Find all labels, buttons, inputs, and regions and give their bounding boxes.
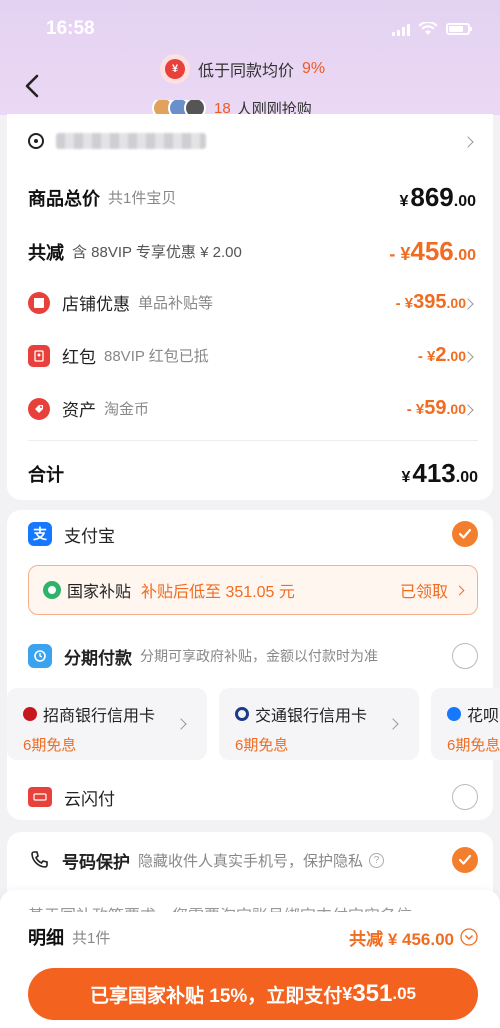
unionpay-icon — [28, 787, 52, 807]
bank-name: 花呗 — [467, 708, 500, 725]
status-time: 16:58 — [46, 18, 95, 39]
price-compare-text: 低于同款均价 — [198, 63, 295, 80]
bank-option-huabei[interactable]: 花呗 6期免息 — [431, 688, 500, 760]
pay-button-label: 已享国家补贴 15%，立即支付 — [89, 985, 343, 1007]
bank-plan: 6期免息 — [235, 737, 289, 754]
discount-total-row: 共减 含 88VIP 专享优惠 ¥ 2.00 - ¥456.00 — [28, 236, 476, 267]
chevron-down-icon — [460, 928, 478, 946]
detail-label: 明细 — [28, 928, 64, 948]
back-arrow-icon[interactable] — [22, 72, 44, 100]
detail-row[interactable]: 明细 共1件 共减 ¥ 456.00 — [28, 924, 478, 950]
installment-radio[interactable] — [452, 643, 478, 669]
subsidy-status: 已领取 — [399, 584, 448, 601]
number-protection-radio-checked[interactable] — [452, 847, 478, 873]
price-compare-banner: ¥ 低于同款均价 9% — [160, 54, 325, 84]
goods-total-label: 商品总价 — [28, 188, 100, 209]
asset-sub: 淘金币 — [104, 401, 150, 418]
subsidy-name: 国家补贴 — [67, 584, 132, 601]
alipay-option[interactable]: 支 支付宝 — [28, 521, 478, 547]
help-icon[interactable]: ? — [369, 852, 385, 868]
bank-plan: 6期免息 — [23, 737, 77, 754]
shop-discount-icon — [28, 291, 50, 314]
national-subsidy-banner[interactable]: 国家补贴 补贴后低至 351.05 元 已领取 — [28, 565, 478, 615]
installment-icon — [28, 644, 52, 668]
unionpay-radio[interactable] — [452, 784, 478, 810]
bank-name: 交通银行信用卡 — [255, 708, 368, 725]
location-pin-icon — [28, 133, 44, 149]
address-row[interactable] — [28, 133, 206, 149]
bank-option-cmb[interactable]: 招商银行信用卡 6期免息 — [7, 688, 207, 760]
pay-now-button[interactable]: 已享国家补贴 15%，立即支付 ¥351.05 — [28, 968, 478, 1020]
shop-discount-sub: 单品补贴等 — [138, 295, 214, 312]
pay-yen: ¥ — [342, 983, 353, 1004]
policy-notice: 基于国补政策要求，您需要淘宝账号绑定支付宝实名信 — [28, 902, 468, 912]
chevron-right-icon — [454, 585, 465, 595]
red-packet-price: - ¥2.00 — [417, 344, 466, 366]
battery-icon — [446, 23, 472, 35]
alipay-label: 支付宝 — [64, 526, 115, 546]
bank-option-bocom[interactable]: 交通银行信用卡 6期免息 — [219, 688, 419, 760]
cmb-logo-icon — [23, 707, 37, 721]
shop-discount-row[interactable]: 店铺优惠 单品补贴等 - ¥395.00 — [28, 290, 466, 315]
yen-badge-icon: ¥ — [160, 54, 190, 84]
red-packet-label: 红包 — [62, 348, 96, 367]
alipay-icon: 支 — [28, 522, 52, 546]
asset-tag-icon — [28, 397, 50, 420]
asset-label: 资产 — [62, 401, 96, 420]
grand-total-label: 合计 — [28, 464, 64, 485]
shop-discount-label: 店铺优惠 — [62, 295, 130, 314]
installment-desc: 分期可享政府补贴，金额以付款时为准 — [140, 648, 378, 664]
number-protection-label: 号码保护 — [62, 852, 130, 872]
red-packet-sub: 88VIP 红包已抵 — [104, 348, 209, 365]
address-blurred — [56, 133, 206, 149]
asset-price: - ¥59.00 — [406, 397, 466, 419]
detail-count: 共1件 — [72, 929, 111, 947]
subsidy-icon — [43, 581, 61, 599]
goods-total-row: 商品总价 共1件宝贝 ¥869.00 — [28, 182, 476, 213]
pay-amount-dec: .05 — [392, 984, 416, 1003]
pay-amount-int: 351 — [352, 980, 393, 1007]
grand-total-price: ¥413.00 — [401, 458, 478, 488]
phone-icon — [28, 849, 50, 871]
footer-discount: 共减 ¥ 456.00 — [349, 929, 454, 949]
discount-label: 共减 — [28, 242, 64, 263]
bocom-logo-icon — [235, 707, 249, 721]
discount-total-price: - ¥456.00 — [389, 236, 476, 266]
installment-label: 分期付款 — [64, 648, 132, 668]
price-compare-pct: 9% — [302, 60, 326, 77]
unionpay-option[interactable]: 云闪付 — [28, 784, 478, 810]
goods-total-price: ¥869.00 — [399, 182, 476, 212]
number-protection-row[interactable]: 号码保护 隐藏收件人真实手机号，保护隐私 ? — [28, 847, 478, 873]
alipay-radio-checked[interactable] — [452, 521, 478, 547]
huabei-logo-icon — [447, 707, 461, 721]
bank-name: 招商银行信用卡 — [43, 708, 156, 725]
divider — [28, 440, 478, 441]
unionpay-label: 云闪付 — [64, 789, 115, 809]
asset-row[interactable]: 资产 淘金币 - ¥59.00 — [28, 396, 466, 421]
number-protection-desc: 隐藏收件人真实手机号，保护隐私 — [138, 852, 364, 870]
bank-plan: 6期免息 — [447, 737, 500, 754]
grand-total-row: 合计 ¥413.00 — [28, 458, 478, 489]
red-packet-icon — [28, 344, 50, 367]
discount-sub: 含 88VIP 专享优惠 ¥ 2.00 — [72, 244, 242, 261]
status-bar: 16:58 — [0, 18, 500, 44]
shop-discount-price: - ¥395.00 — [395, 291, 466, 313]
goods-count: 共1件宝贝 — [108, 190, 177, 207]
installment-option[interactable]: 分期付款 分期可享政府补贴，金额以付款时为准 — [28, 643, 478, 669]
red-packet-row[interactable]: 红包 88VIP 红包已抵 - ¥2.00 — [28, 343, 466, 368]
signal-icon — [392, 24, 410, 36]
wifi-icon — [418, 22, 438, 35]
subsidy-desc: 补贴后低至 351.05 元 — [141, 584, 295, 601]
